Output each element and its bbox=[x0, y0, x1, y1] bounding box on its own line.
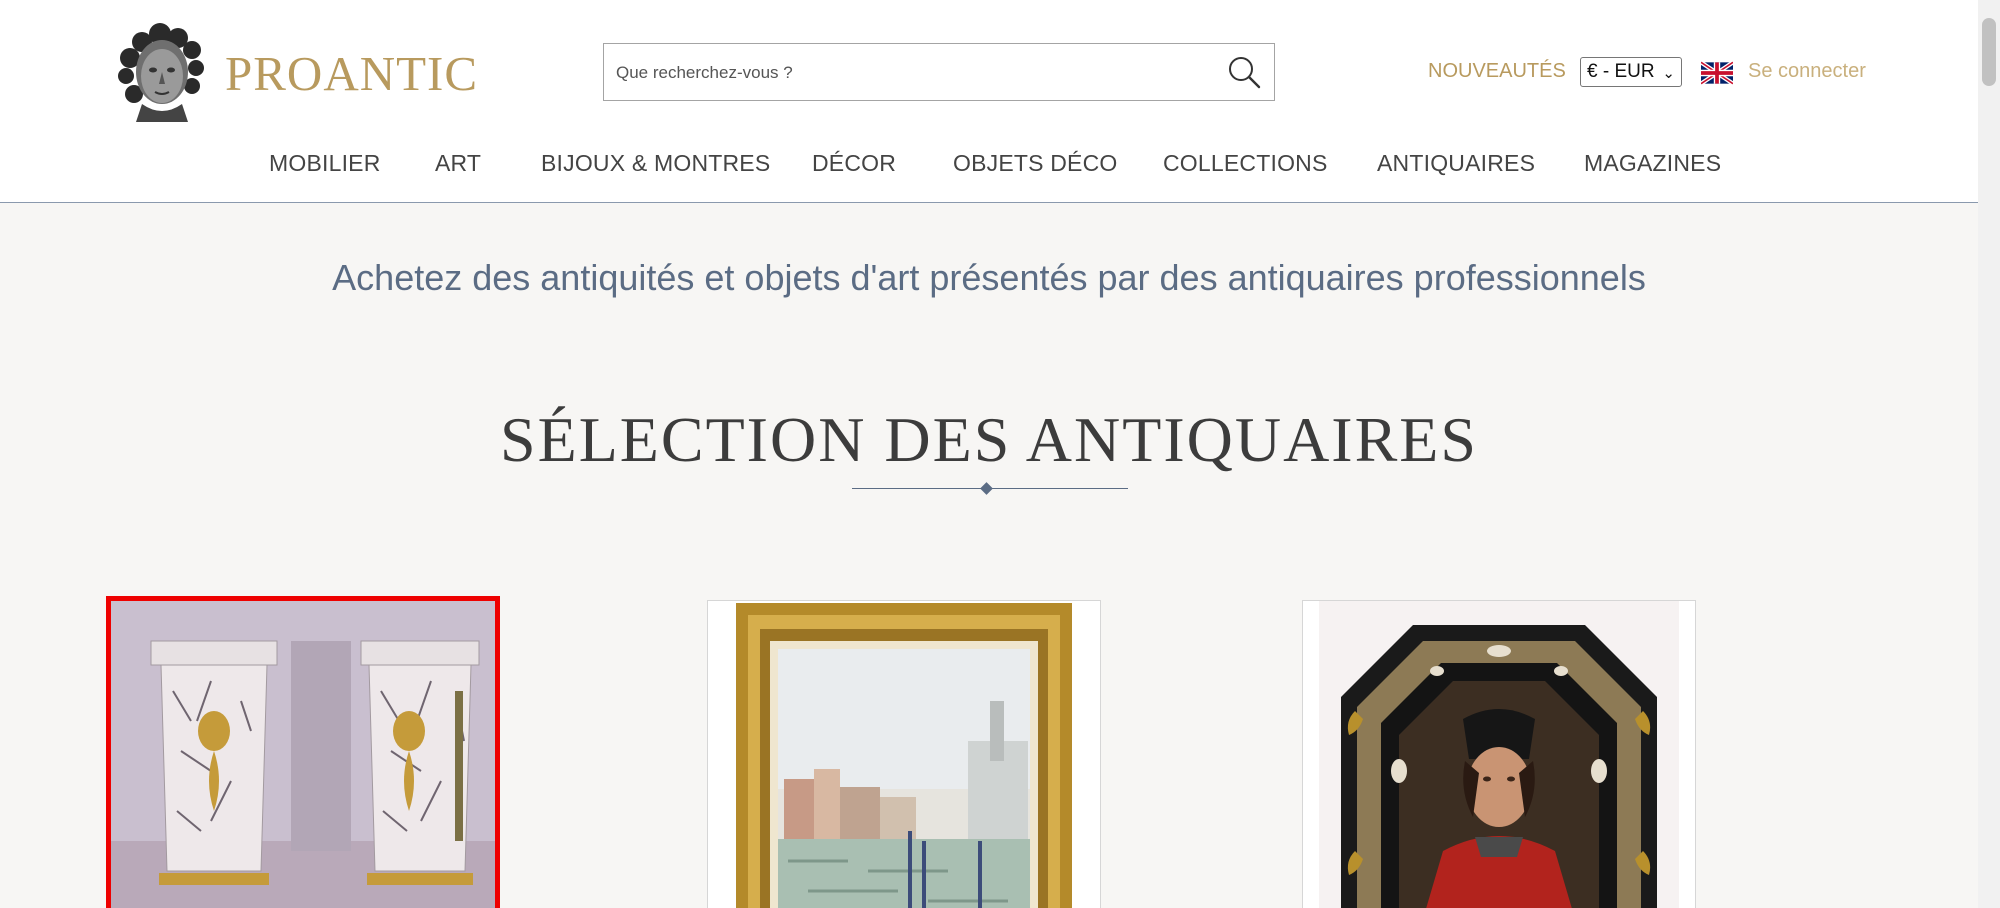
currency-select[interactable]: € - EUR ⌄ bbox=[1580, 57, 1682, 87]
product-card-venice-painting[interactable] bbox=[707, 600, 1101, 908]
nav-item-antiquaires[interactable]: ANTIQUAIRES bbox=[1377, 148, 1535, 178]
nouveautes-link[interactable]: NOUVEAUTÉS bbox=[1428, 58, 1566, 84]
scrollbar-thumb[interactable] bbox=[1982, 18, 1996, 86]
logo-bust-icon[interactable] bbox=[112, 20, 210, 122]
product-card-octagonal-portrait[interactable] bbox=[1302, 600, 1696, 908]
search-icon[interactable] bbox=[1226, 54, 1262, 90]
chevron-down-icon: ⌄ bbox=[1662, 65, 1675, 82]
nav-item-decor[interactable]: DÉCOR bbox=[812, 148, 896, 178]
venice-painting-image bbox=[708, 601, 1100, 908]
site-header: PROANTIC NOUVEAUTÉS € - EUR ⌄ Se connect… bbox=[0, 0, 1978, 203]
page: PROANTIC NOUVEAUTÉS € - EUR ⌄ Se connect… bbox=[0, 0, 2000, 908]
tagline: Achetez des antiquités et objets d'art p… bbox=[332, 257, 1646, 298]
octagonal-portrait-image bbox=[1303, 601, 1695, 908]
currency-value: € - EUR bbox=[1587, 61, 1655, 82]
uk-flag-icon[interactable] bbox=[1701, 61, 1733, 85]
nav-item-magazines[interactable]: MAGAZINES bbox=[1584, 148, 1721, 178]
nav-item-collections[interactable]: COLLECTIONS bbox=[1163, 148, 1328, 178]
section-title: SÉLECTION DES ANTIQUAIRES bbox=[500, 404, 1478, 475]
nav-item-mobilier[interactable]: MOBILIER bbox=[269, 148, 381, 178]
search-box bbox=[603, 43, 1275, 102]
nav-item-objets-deco[interactable]: OBJETS DÉCO bbox=[953, 148, 1118, 178]
nav-item-bijoux-montres[interactable]: BIJOUX & MONTRES bbox=[541, 148, 770, 178]
divider-diamond-icon bbox=[980, 482, 993, 495]
login-link[interactable]: Se connecter bbox=[1748, 58, 1866, 84]
logo-text[interactable]: PROANTIC bbox=[225, 44, 478, 104]
marble-pedestals-image bbox=[111, 601, 495, 908]
page-scrollbar[interactable] bbox=[1978, 0, 2000, 908]
product-card-marble-pedestals[interactable] bbox=[106, 596, 500, 908]
search-input[interactable] bbox=[614, 44, 1198, 102]
main-nav: MOBILIER ART BIJOUX & MONTRES DÉCOR OBJE… bbox=[0, 148, 1978, 178]
nav-item-art[interactable]: ART bbox=[435, 148, 481, 178]
